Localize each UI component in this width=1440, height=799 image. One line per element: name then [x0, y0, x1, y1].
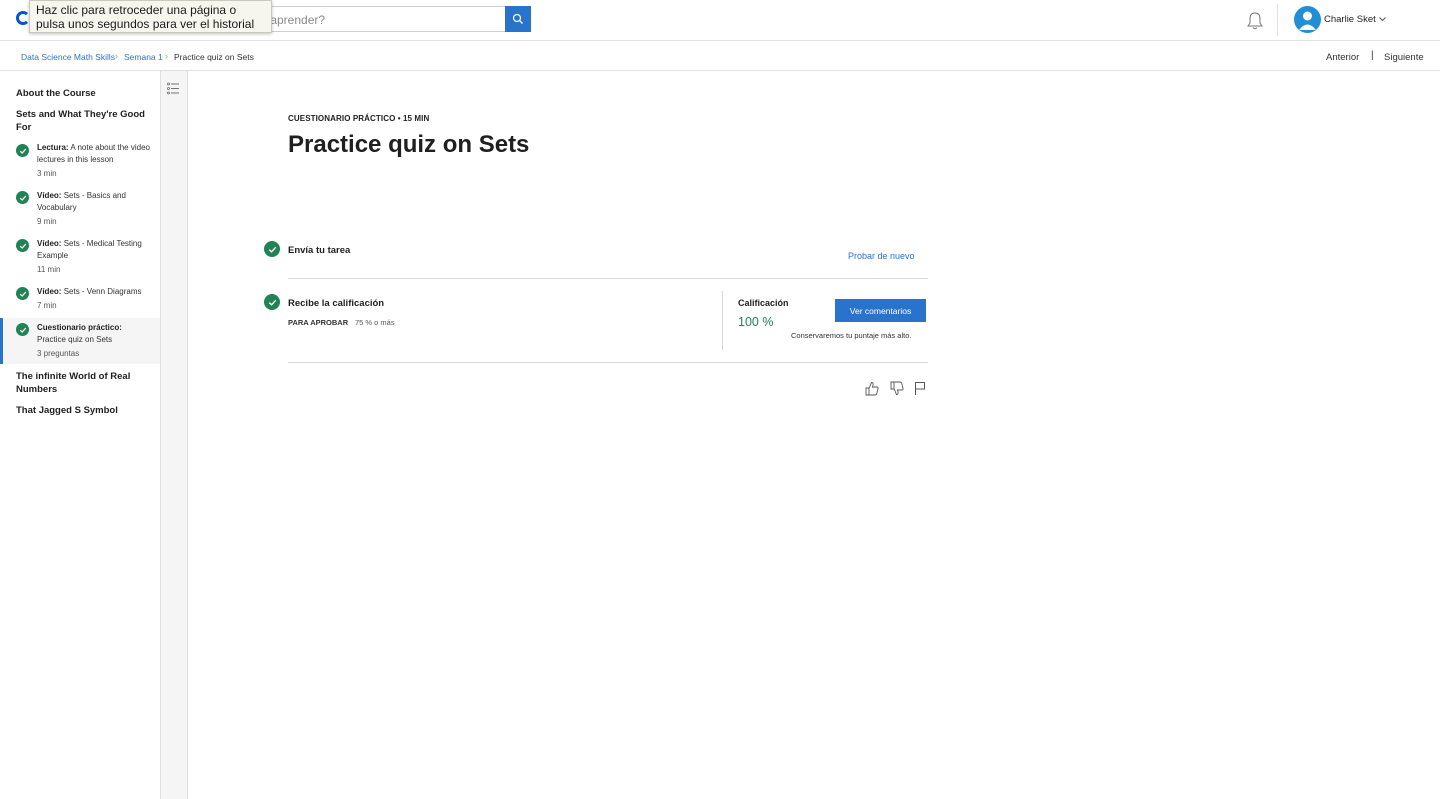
check-icon [268, 299, 276, 306]
sidebar-item-label: Vídeo: Sets - Basics and Vocabulary [37, 191, 126, 212]
check-icon [268, 246, 276, 253]
outline-toggle-rail [161, 71, 188, 799]
breadcrumb-course[interactable]: Data Science Math Skills [21, 52, 115, 62]
section-jagged-s[interactable]: That Jagged S Symbol [16, 404, 151, 417]
grade-label: Calificación [738, 298, 789, 308]
next-link[interactable]: Siguiente [1384, 52, 1424, 63]
active-indicator [0, 318, 3, 364]
sidebar-item-duration: 3 min [37, 169, 57, 178]
chevron-down-icon[interactable] [1378, 13, 1387, 25]
section-sets[interactable]: Sets and What They're Good For [16, 108, 151, 134]
check-icon [19, 195, 26, 201]
sidebar-item-practice-quiz[interactable]: Cuestionario práctico: Practice quiz on … [0, 318, 160, 364]
submit-step-label: Envía tu tarea [288, 245, 351, 256]
previous-link[interactable]: Anterior [1326, 52, 1359, 63]
thumbs-up-icon[interactable] [865, 381, 879, 396]
pass-requirement-label: PARA APROBAR [288, 318, 349, 327]
avatar[interactable] [1294, 6, 1321, 33]
grade-divider [722, 291, 723, 350]
search-icon [512, 13, 523, 24]
sidebar-item-duration: 7 min [37, 301, 57, 310]
grade-step-label: Recibe la calificación [288, 298, 385, 309]
view-feedback-button[interactable]: Ver comentarios [835, 299, 926, 322]
sidebar-item-label: Lectura: A note about the video lectures… [37, 143, 150, 164]
divider [288, 362, 928, 363]
step-complete-icon [264, 294, 280, 310]
sidebar-item-duration: 9 min [37, 217, 57, 226]
sidebar-item-reading[interactable]: Lectura: A note about the video lectures… [0, 140, 160, 185]
grade-value: 100 % [738, 315, 774, 329]
sidebar-item-duration: 3 preguntas [37, 349, 80, 358]
retry-link[interactable]: Probar de nuevo [848, 251, 915, 261]
sidebar-item-video-venn[interactable]: Vídeo: Sets - Venn Diagrams 7 min [0, 284, 160, 316]
check-icon [19, 148, 26, 154]
step-complete-icon [264, 241, 280, 257]
flag-icon[interactable] [914, 381, 926, 396]
breadcrumb-separator: › [165, 51, 168, 61]
sidebar-item-video-medical[interactable]: Vídeo: Sets - Medical Testing Example 11… [0, 236, 160, 281]
check-icon [19, 243, 26, 249]
completed-check-icon [16, 191, 29, 204]
section-real-numbers[interactable]: The infinite World of Real Numbers [16, 370, 151, 396]
sidebar-item-label: Cuestionario práctico: Practice quiz on … [37, 323, 122, 344]
breadcrumb-week[interactable]: Semana 1 [124, 52, 163, 62]
header-divider [1277, 4, 1278, 36]
bell-icon[interactable] [1246, 11, 1264, 31]
user-name[interactable]: Charlie Sket [1324, 14, 1376, 25]
item-type-label: CUESTIONARIO PRÁCTICO • 15 MIN [288, 114, 430, 123]
sidebar-item-video-basics[interactable]: Vídeo: Sets - Basics and Vocabulary 9 mi… [0, 188, 160, 233]
divider [288, 278, 928, 279]
pass-requirement-value: 75 % o más [355, 318, 395, 327]
search-button[interactable] [505, 6, 531, 32]
breadcrumb-current: Practice quiz on Sets [174, 52, 254, 62]
back-button-tooltip: Haz clic para retroceder una página o pu… [29, 0, 272, 33]
check-icon [19, 291, 26, 297]
completed-check-icon [16, 144, 29, 157]
section-about-course[interactable]: About the Course [16, 87, 151, 100]
sidebar-item-duration: 11 min [37, 265, 61, 274]
thumbs-down-icon[interactable] [890, 381, 904, 396]
completed-check-icon [16, 287, 29, 300]
breadcrumb-separator: › [115, 51, 118, 61]
completed-check-icon [16, 239, 29, 252]
sidebar-item-label: Vídeo: Sets - Medical Testing Example [37, 239, 142, 260]
breadcrumb: Data Science Math Skills › Semana 1 › Pr… [0, 41, 1440, 71]
page-title: Practice quiz on Sets [288, 131, 530, 158]
check-icon [19, 327, 26, 333]
user-icon [1299, 11, 1316, 30]
search-input[interactable]: s aprender? [250, 6, 505, 32]
nav-separator: | [1371, 50, 1374, 61]
completed-check-icon [16, 323, 29, 336]
sidebar-item-label: Vídeo: Sets - Venn Diagrams [37, 287, 142, 296]
outline-icon[interactable] [167, 82, 180, 95]
coursera-logo-icon[interactable] [16, 11, 30, 25]
highest-score-note: Conservaremos tu puntaje más alto. [791, 331, 912, 340]
